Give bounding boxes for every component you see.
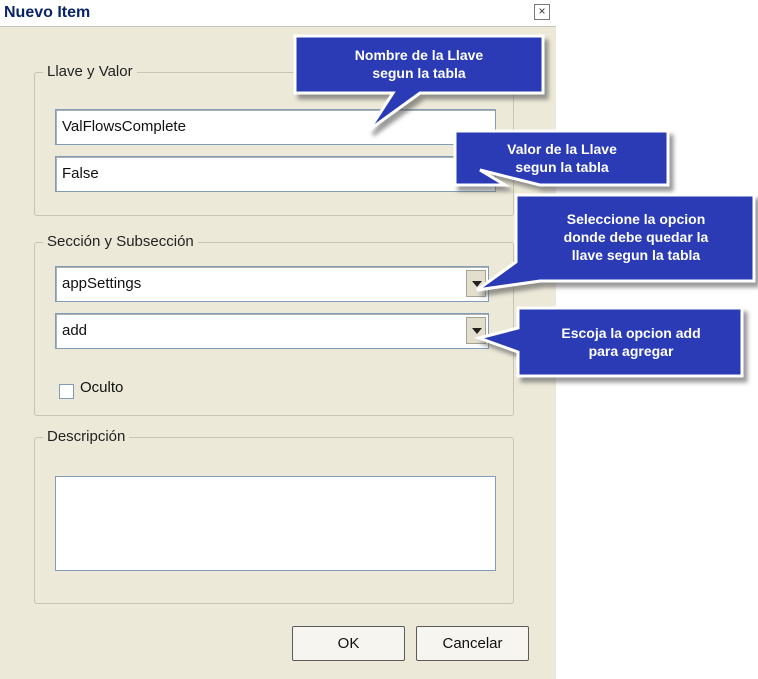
section-dropdown-arrow-icon[interactable] — [466, 270, 486, 297]
subsection-dropdown-arrow-icon[interactable] — [466, 317, 486, 344]
section-select-value: appSettings — [62, 275, 142, 292]
section-select[interactable]: appSettings — [55, 266, 489, 302]
callout-key-value-text: Valor de la Llave segun la tabla — [507, 141, 617, 175]
key-value-input[interactable]: False — [55, 156, 496, 192]
subsection-select[interactable]: add — [55, 313, 489, 349]
key-name-input[interactable]: ValFlowsComplete — [55, 109, 496, 145]
title-bar: Nuevo Item × — [0, 0, 556, 27]
callout-add-text: Escoja la opcion add para agregar — [561, 325, 701, 359]
ok-button[interactable]: OK — [292, 626, 405, 661]
description-textarea[interactable] — [55, 476, 496, 571]
description-group-label: Descripción — [43, 428, 130, 445]
cancel-button[interactable]: Cancelar — [416, 626, 529, 661]
callout-key-name-text: Nombre de la Llave segun la tabla — [354, 47, 484, 81]
hidden-checkbox-label: Oculto — [80, 379, 124, 396]
hidden-checkbox[interactable] — [59, 384, 74, 399]
key-value-group-label: Llave y Valor — [43, 63, 137, 80]
callout-section-text: Seleccione la opcion donde debe quedar l… — [563, 211, 709, 263]
section-group-label: Sección y Subsección — [43, 233, 198, 250]
dialog-window: Nuevo Item × Llave y Valor ValFlowsCompl… — [0, 0, 556, 679]
close-button[interactable]: × — [534, 4, 550, 20]
window-title: Nuevo Item — [4, 4, 91, 21]
subsection-select-value: add — [62, 322, 88, 339]
